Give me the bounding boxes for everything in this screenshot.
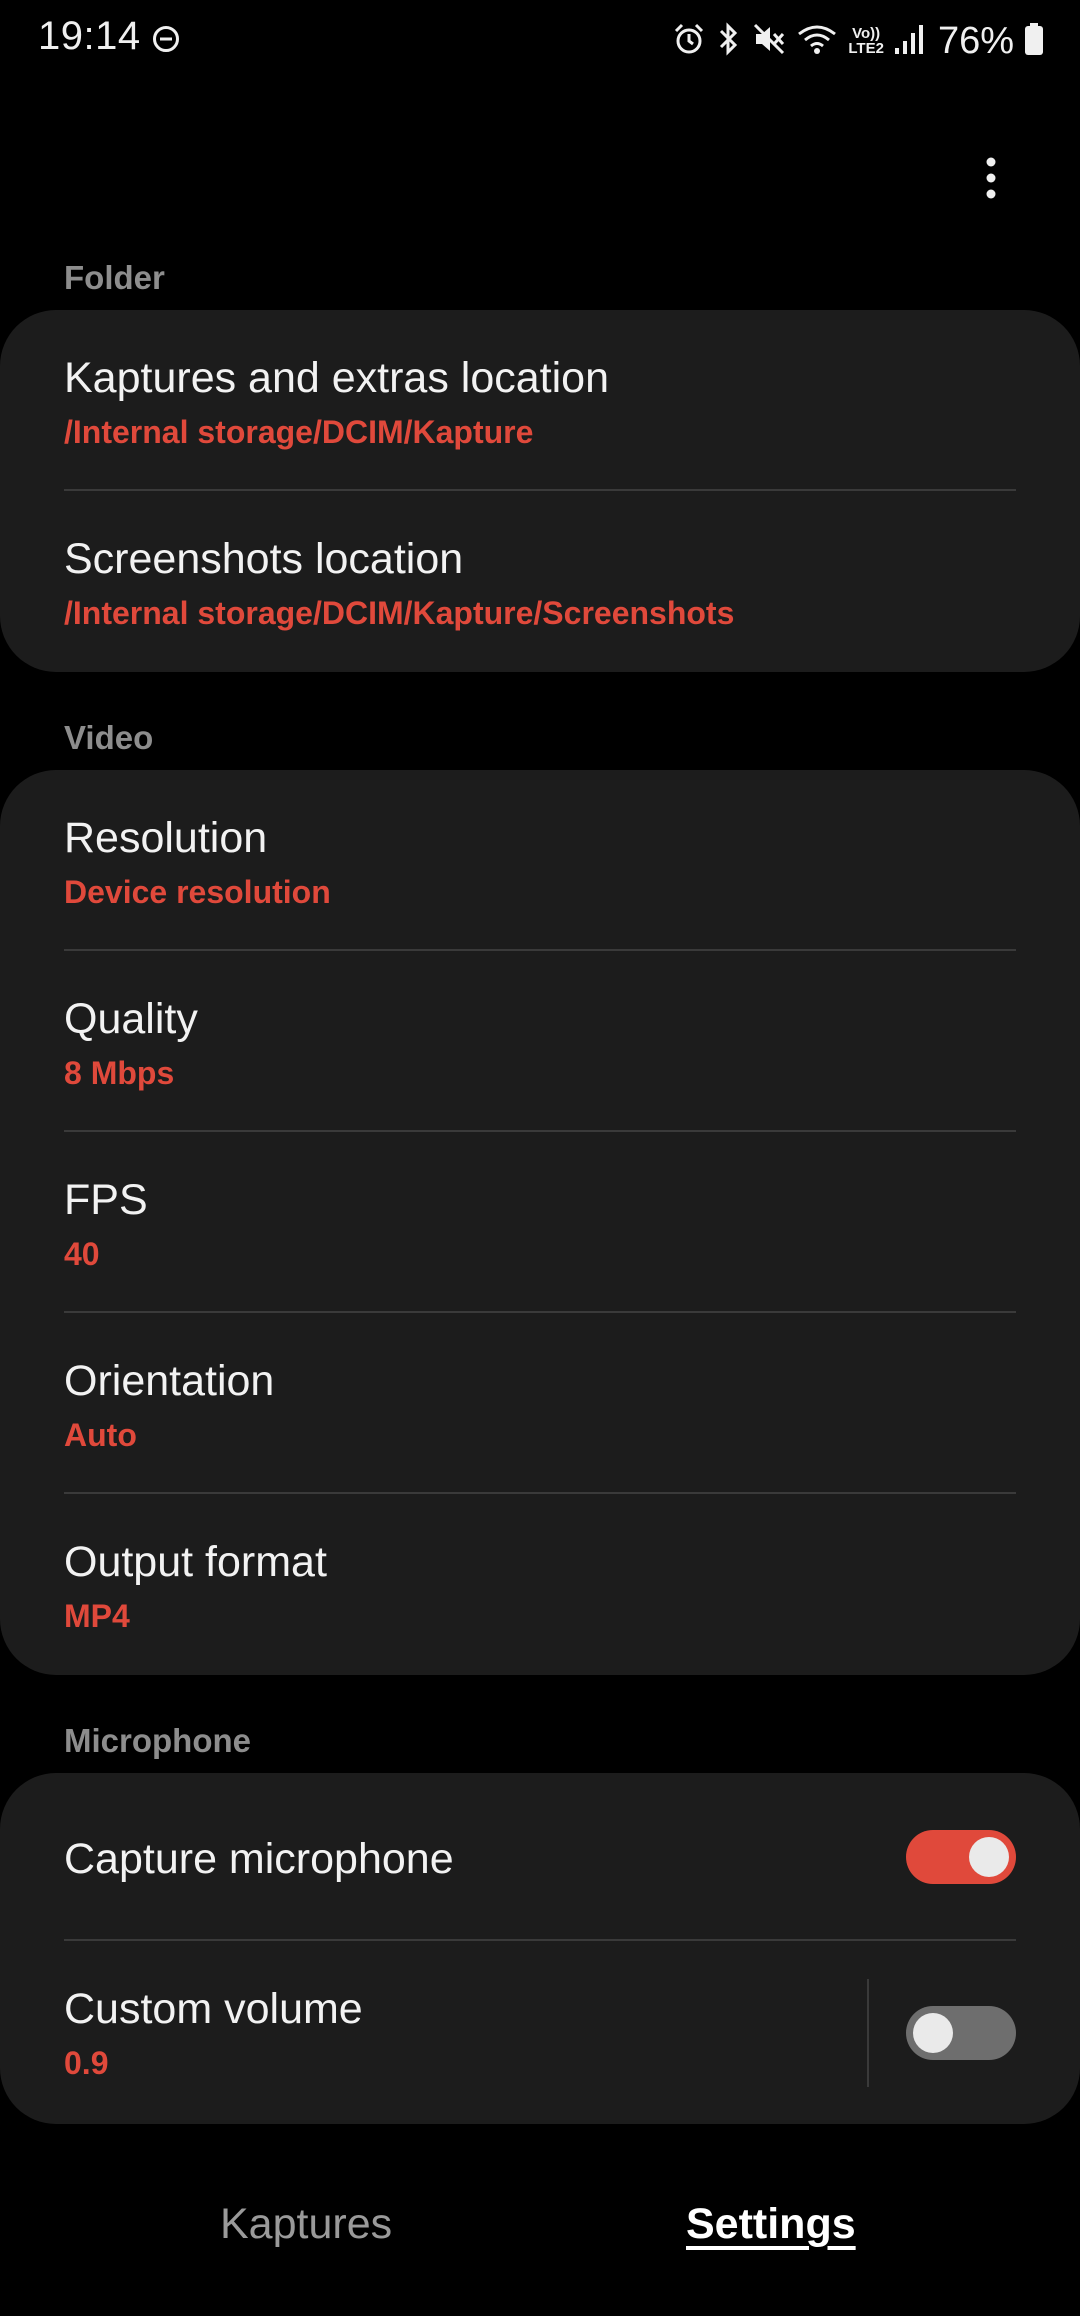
dnd-icon	[152, 25, 180, 53]
setting-title: Screenshots location	[64, 535, 464, 583]
resolution-setting[interactable]: Resolution Device resolution	[0, 770, 1080, 951]
vertical-divider	[867, 1979, 869, 2087]
setting-title: Resolution	[64, 814, 268, 862]
volte-icon: Vo)) LTE2	[848, 26, 884, 56]
section-header-folder: Folder	[64, 259, 165, 296]
lte-label: LTE2	[848, 40, 884, 57]
battery-icon	[1024, 22, 1044, 61]
output-format-setting[interactable]: Output format MP4	[0, 1494, 1080, 1675]
wifi-icon	[796, 22, 838, 61]
signal-icon	[894, 22, 924, 61]
orientation-setting[interactable]: Orientation Auto	[0, 1313, 1080, 1494]
video-card: Resolution Device resolution Quality 8 M…	[0, 770, 1080, 1675]
tab-kaptures[interactable]: Kaptures	[220, 2200, 392, 2249]
setting-title: Quality	[64, 995, 198, 1043]
setting-value: 8 Mbps	[64, 1055, 175, 1091]
setting-value: /Internal storage/DCIM/Kapture	[64, 414, 534, 450]
fps-setting[interactable]: FPS 40	[0, 1132, 1080, 1313]
bottom-navigation: Kaptures Settings	[0, 2170, 1080, 2280]
setting-title: Custom volume	[64, 1985, 363, 2033]
toggle-knob	[969, 1837, 1009, 1877]
kaptures-location-setting[interactable]: Kaptures and extras location /Internal s…	[0, 310, 1080, 491]
custom-volume-toggle[interactable]	[906, 2006, 1016, 2060]
status-bar: 19:14 Vo)) LTE2 76%	[0, 0, 1080, 80]
setting-title: Capture microphone	[64, 1835, 454, 1883]
setting-title: Output format	[64, 1538, 327, 1586]
setting-title: Orientation	[64, 1357, 275, 1405]
microphone-card: Capture microphone Custom volume 0.9	[0, 1773, 1080, 2124]
capture-microphone-toggle[interactable]	[906, 1830, 1016, 1884]
battery-percent: 76%	[937, 19, 1014, 62]
custom-volume-setting[interactable]: Custom volume 0.9	[0, 1941, 1080, 2124]
setting-title: FPS	[64, 1176, 148, 1224]
setting-value: /Internal storage/DCIM/Kapture/Screensho…	[64, 595, 735, 631]
more-options-button[interactable]	[966, 150, 1016, 206]
status-time: 19:14	[38, 14, 141, 58]
alarm-icon	[672, 22, 706, 61]
volte-label: Vo))	[852, 25, 881, 42]
status-icons: Vo)) LTE2 76%	[672, 18, 1044, 64]
bluetooth-icon	[716, 21, 742, 61]
mute-icon	[752, 22, 786, 61]
setting-value: 40	[64, 1236, 100, 1272]
setting-value: Auto	[64, 1417, 137, 1453]
toggle-knob	[913, 2013, 953, 2053]
setting-value: Device resolution	[64, 874, 331, 910]
quality-setting[interactable]: Quality 8 Mbps	[0, 951, 1080, 1132]
setting-value: 0.9	[64, 2045, 109, 2081]
section-header-video: Video	[64, 719, 154, 756]
folder-card: Kaptures and extras location /Internal s…	[0, 310, 1080, 672]
screenshots-location-setting[interactable]: Screenshots location /Internal storage/D…	[0, 491, 1080, 672]
section-header-microphone: Microphone	[64, 1722, 251, 1759]
more-vert-icon	[986, 157, 996, 199]
tab-settings[interactable]: Settings	[686, 2200, 856, 2249]
setting-value: MP4	[64, 1598, 130, 1634]
setting-title: Kaptures and extras location	[64, 354, 609, 402]
capture-microphone-setting[interactable]: Capture microphone	[0, 1773, 1080, 1941]
